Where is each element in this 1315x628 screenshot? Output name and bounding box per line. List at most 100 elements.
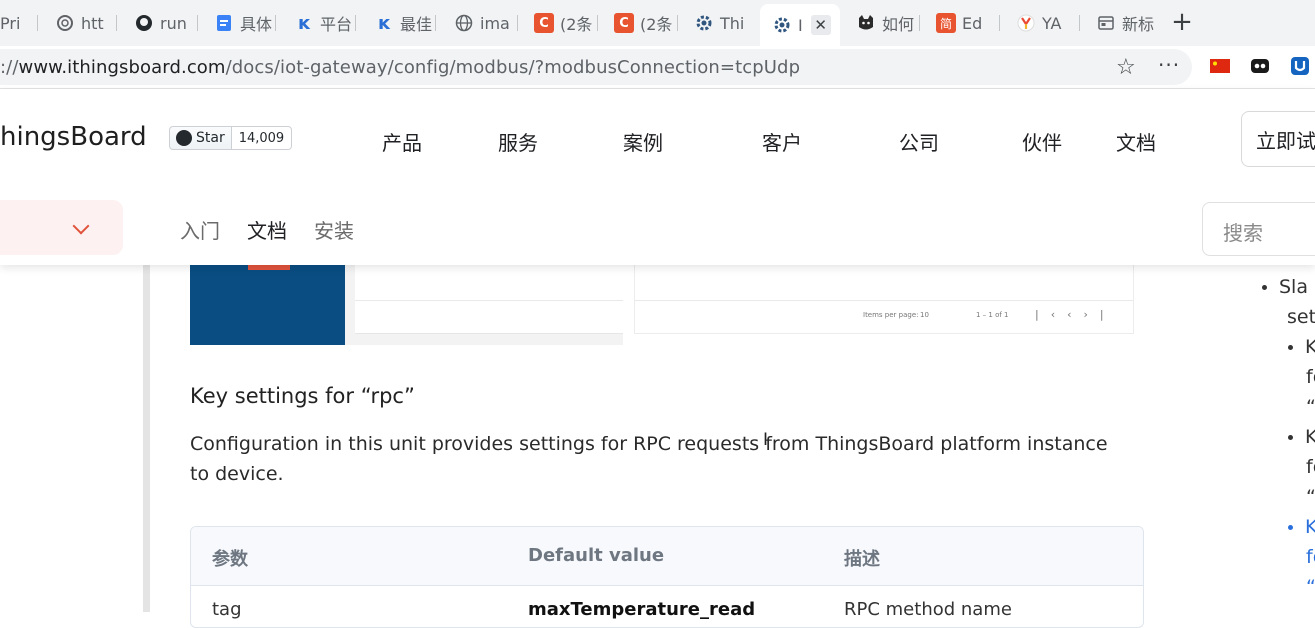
tab-label: 如何 bbox=[882, 15, 915, 34]
github-star-label: Star bbox=[196, 130, 225, 146]
browser-tab[interactable]: C (2条 bbox=[614, 6, 678, 40]
yandex-icon bbox=[1016, 13, 1036, 33]
github-icon bbox=[176, 130, 192, 146]
thingsboard-icon bbox=[694, 13, 714, 33]
newtab-page-icon bbox=[1096, 13, 1116, 33]
china-flag-extension-icon[interactable] bbox=[1210, 56, 1230, 76]
site-header: hingsBoard Star 14,009 产品 服务 案例 客户 公司 伙伴… bbox=[0, 89, 1315, 265]
csdn-icon: C bbox=[614, 13, 634, 33]
bookmark-star-icon[interactable]: ☆ bbox=[1116, 55, 1136, 80]
table-header-param: 参数 bbox=[212, 549, 248, 570]
nav-products[interactable]: 产品 bbox=[382, 127, 422, 156]
url-path: /docs/iot-gateway/config/modbus/?modbusC… bbox=[225, 57, 801, 78]
toc-item[interactable]: Sla bbox=[1262, 272, 1308, 302]
table-header-description: 描述 bbox=[844, 549, 880, 570]
table-header-row bbox=[191, 527, 1143, 586]
toc-subitem[interactable]: K bbox=[1288, 332, 1315, 362]
browser-tab[interactable]: htt bbox=[55, 6, 117, 40]
tab-label: Pri bbox=[0, 13, 21, 33]
browser-tab[interactable]: 具体 bbox=[214, 6, 276, 40]
github-star-widget[interactable]: Star 14,009 bbox=[169, 126, 293, 150]
section-heading: Key settings for “rpc” bbox=[190, 384, 415, 408]
toc-subitem[interactable]: K bbox=[1288, 422, 1315, 452]
mask-extension-icon[interactable] bbox=[1250, 56, 1270, 76]
settings-table: 参数 Default value 描述 tag maxTemperature_r… bbox=[190, 526, 1144, 628]
tab-label: (2条 bbox=[640, 15, 673, 34]
tab-label: run bbox=[160, 13, 187, 33]
browser-tab[interactable]: 简 Ed bbox=[936, 6, 1000, 40]
tab-label: (2条 bbox=[560, 15, 593, 34]
try-now-button[interactable]: 立即试 bbox=[1241, 111, 1315, 167]
browser-tab-strip: Pri htt run 具体 ĸ 平台 ĸ 最佳 ima C (2条 C (2条… bbox=[0, 0, 1315, 46]
pager-per-page-value: 10 bbox=[920, 311, 929, 319]
browser-tab[interactable]: Thi bbox=[694, 6, 756, 40]
browser-tab[interactable]: 新标 bbox=[1096, 6, 1160, 40]
chevron-down-icon bbox=[72, 217, 90, 235]
tab-label: 最佳 bbox=[400, 15, 433, 34]
browser-tab[interactable]: Pri bbox=[0, 6, 38, 40]
table-cell: RPC method name bbox=[844, 599, 1012, 620]
browser-tab-active[interactable]: I ✕ bbox=[760, 4, 840, 46]
close-tab-icon[interactable]: ✕ bbox=[810, 15, 831, 35]
k-icon: ĸ bbox=[378, 12, 390, 34]
tab-label: I bbox=[798, 15, 803, 35]
cat-icon bbox=[856, 13, 876, 33]
tab-label: 具体 bbox=[240, 15, 273, 34]
table-header-default: Default value bbox=[528, 545, 665, 566]
browser-tab[interactable]: 如何 bbox=[856, 6, 920, 40]
table-cell: maxTemperature_read bbox=[528, 599, 756, 620]
more-options-icon[interactable]: ··· bbox=[1158, 53, 1180, 77]
toc-item-continuation: fo bbox=[1306, 366, 1315, 388]
toc-item-continuation: fo bbox=[1306, 456, 1315, 478]
pager-items-label: Items per page: bbox=[863, 311, 919, 319]
sidebar-scroll-rail bbox=[143, 265, 150, 612]
toc-item-continuation: “ bbox=[1306, 576, 1315, 598]
screenshot-panel bbox=[355, 265, 623, 334]
pager-range: 1 – 1 of 1 bbox=[976, 311, 1009, 319]
browser-tab[interactable]: ĸ 平台 bbox=[294, 6, 356, 40]
address-bar[interactable]: ://www.ithingsboard.com/docs/iot-gateway… bbox=[0, 49, 1192, 85]
toc-item-continuation: “ bbox=[1306, 486, 1315, 508]
github-star-count[interactable]: 14,009 bbox=[231, 126, 293, 150]
url-prefix: :// bbox=[0, 57, 19, 78]
search-input[interactable]: 搜索 bbox=[1202, 202, 1315, 256]
toc-item-continuation: set bbox=[1287, 306, 1315, 328]
pager-nav-icons: |‹‹›| bbox=[1035, 308, 1116, 321]
new-tab-button[interactable]: + bbox=[1168, 7, 1196, 37]
nav-company[interactable]: 公司 bbox=[899, 127, 939, 156]
thingsboard-icon bbox=[772, 15, 792, 35]
browser-tab[interactable]: run bbox=[134, 6, 198, 40]
nav-docs[interactable]: 文档 bbox=[1116, 127, 1156, 156]
subnav-install[interactable]: 安装 bbox=[314, 215, 354, 244]
nav-services[interactable]: 服务 bbox=[498, 127, 538, 156]
nav-cases[interactable]: 案例 bbox=[623, 127, 663, 156]
github-star-button[interactable]: Star bbox=[169, 126, 232, 150]
brand-logo-text[interactable]: hingsBoard bbox=[0, 122, 147, 152]
doc-icon bbox=[214, 13, 234, 33]
jian-icon: 简 bbox=[936, 13, 956, 33]
globe-icon bbox=[454, 13, 474, 33]
subnav-getting-started[interactable]: 入门 bbox=[180, 215, 220, 244]
section-paragraph: Configuration in this unit provides sett… bbox=[190, 433, 1108, 485]
nav-customers[interactable]: 客户 bbox=[762, 127, 802, 156]
url-text[interactable]: ://www.ithingsboard.com/docs/iot-gateway… bbox=[0, 57, 800, 78]
shield-extension-icon[interactable] bbox=[1290, 56, 1310, 76]
toc-item-continuation: fo bbox=[1306, 546, 1315, 568]
subnav-docs[interactable]: 文档 bbox=[247, 215, 287, 244]
url-host: www.ithingsboard.com bbox=[18, 57, 226, 78]
toc-subitem-active[interactable]: K bbox=[1288, 512, 1315, 542]
version-selector[interactable] bbox=[0, 200, 123, 255]
browser-tab[interactable]: C (2条 bbox=[534, 6, 598, 40]
docs-screenshot-image: Items per page: 10 1 – 1 of 1 |‹‹›| bbox=[190, 265, 1134, 345]
address-bar-row: ://www.ithingsboard.com/docs/iot-gateway… bbox=[0, 46, 1315, 89]
toc-item-continuation: “a bbox=[1306, 396, 1315, 418]
browser-tab[interactable]: ĸ 最佳 bbox=[374, 6, 436, 40]
tab-label: 新标 bbox=[1122, 15, 1155, 34]
screenshot-sidebar bbox=[190, 265, 345, 345]
browser-tab[interactable]: YA bbox=[1016, 6, 1080, 40]
screenshot-table-panel: Items per page: 10 1 – 1 of 1 |‹‹›| bbox=[634, 265, 1134, 334]
tab-label: YA bbox=[1042, 13, 1062, 33]
nav-partners[interactable]: 伙伴 bbox=[1022, 127, 1062, 156]
browser-tab[interactable]: ima bbox=[454, 6, 518, 40]
tab-label: ima bbox=[480, 13, 510, 33]
